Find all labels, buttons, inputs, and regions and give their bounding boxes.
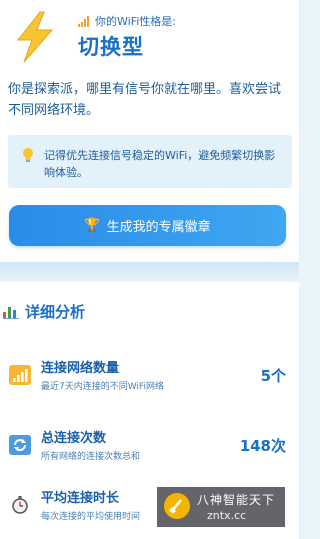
lightning-icon (16, 11, 54, 63)
stopwatch-icon (12, 496, 28, 514)
stat-description: 最近7天内连接的不同WiFi网络 (41, 382, 164, 392)
stat-value: 5个 (260, 367, 286, 385)
watermark-title: 八神智能天下 (197, 493, 276, 507)
broom-logo-icon (164, 493, 190, 519)
section-divider (0, 262, 299, 282)
watermark: 八神智能天下 zntx.cc (157, 487, 285, 527)
watermark-url: zntx.cc (207, 509, 247, 522)
bar-chart-icon (3, 305, 19, 319)
stat-row-networks: 连接网络数量 最近7天内连接的不同WiFi网络 5个 (0, 355, 299, 401)
stat-label: 连接网络数量 (41, 361, 120, 376)
stat-row-connections: 总连接次数 所有网络的连接次数总和 148次 (0, 425, 299, 471)
stat-value: 148次 (239, 437, 286, 455)
analysis-title: 详细分析 (25, 303, 86, 321)
analysis-section: 详细分析 连接网络数量 最近7天内连接的不同WiFi网络 5个 总连接次数 所有… (0, 282, 299, 539)
signal-bars-icon (9, 365, 31, 385)
personality-label: 你的WiFi性格是: (78, 13, 176, 29)
personality-description: 你是探索派，哪里有信号你就在哪里。喜欢尝试不同网络环境。 (8, 82, 282, 118)
stat-row-duration: 平均连接时长 每次连接的平均使用时间 八神智能天下 zntx.cc (0, 485, 299, 531)
signal-bars-icon (78, 15, 90, 27)
refresh-icon (9, 435, 31, 455)
stat-description: 每次连接的平均使用时间 (41, 512, 141, 522)
generate-badge-button[interactable]: 🏆 生成我的专属徽章 (9, 205, 286, 246)
stat-label: 平均连接时长 (41, 491, 120, 506)
personality-type-title: 切换型 (78, 35, 144, 59)
lightbulb-icon (23, 148, 33, 162)
tip-box: 记得优先连接信号稳定的WiFi，避免频繁切换影响体验。 (8, 135, 292, 188)
stat-label: 总连接次数 (41, 431, 107, 446)
personality-card: 你的WiFi性格是: 切换型 你是探索派，哪里有信号你就在哪里。喜欢尝试不同网络… (0, 0, 299, 262)
personality-prefix: 你的WiFi性格是: (95, 15, 176, 28)
stat-description: 所有网络的连接次数总和 (41, 452, 141, 462)
analysis-header: 详细分析 (3, 301, 85, 322)
tip-text: 记得优先连接信号稳定的WiFi，避免频繁切换影响体验。 (44, 149, 276, 179)
trophy-icon: 🏆 (84, 218, 101, 233)
generate-badge-label: 生成我的专属徽章 (106, 220, 211, 235)
